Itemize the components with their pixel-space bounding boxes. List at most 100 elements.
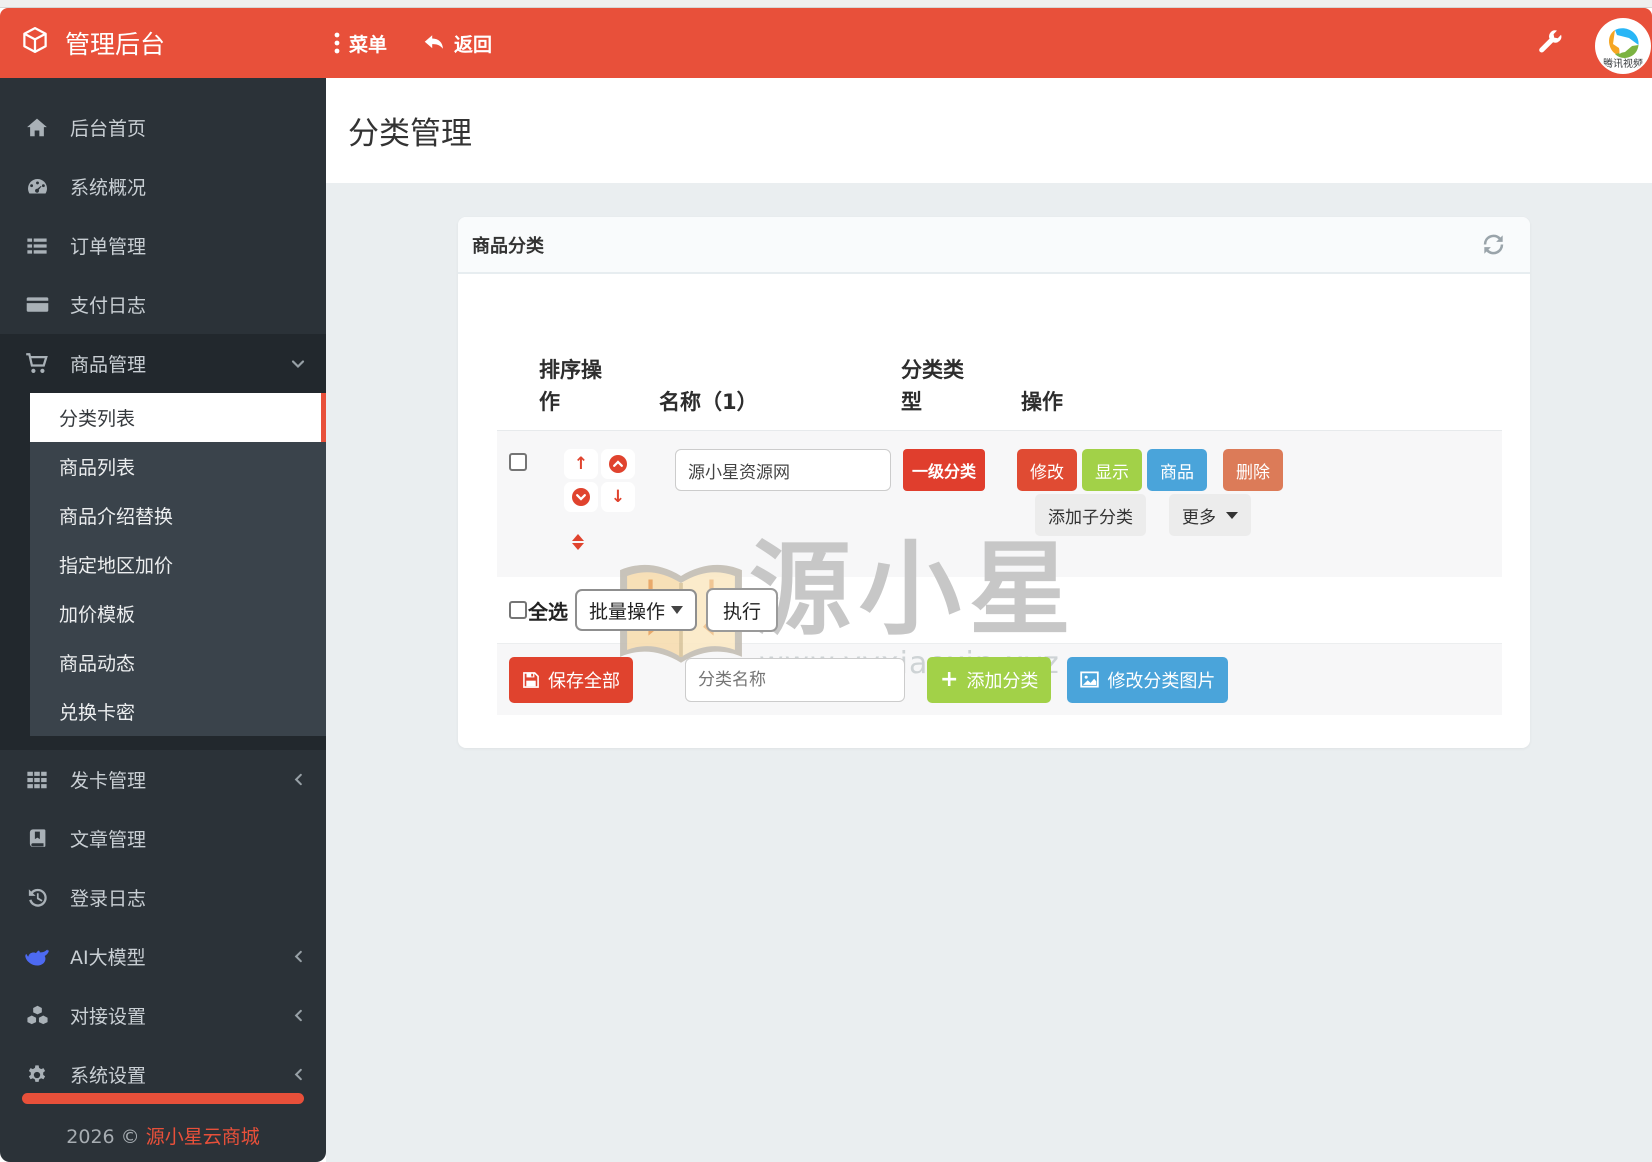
sidebar-item-login-log[interactable]: 登录日志 — [0, 868, 326, 927]
submenu-item-category-list[interactable]: 分类列表 — [30, 393, 326, 442]
ellipsis-v-icon — [334, 32, 340, 54]
dashboard-icon — [24, 175, 50, 198]
edit-button[interactable]: 修改 — [1017, 449, 1077, 491]
down-arrow-icon: ↓ — [610, 486, 626, 507]
sidebar-item-home[interactable]: 后台首页 — [0, 98, 326, 157]
card-header: 商品分类 — [458, 217, 1530, 274]
gear-icon — [24, 1064, 50, 1086]
select-all-label: 全选 — [528, 599, 568, 624]
menu-toggle[interactable]: 菜单 — [334, 30, 387, 57]
cube-logo-icon — [20, 25, 50, 61]
submenu-item-redeem-card[interactable]: 兑换卡密 — [30, 687, 326, 736]
sidebar-item-orders[interactable]: 订单管理 — [0, 216, 326, 275]
add-child-category-button[interactable]: 添加子分类 — [1035, 494, 1146, 536]
category-table: 排序操作 名称（1） 分类类型 操作 ↑ ↓ 源小星资源网 一级分类 修改 显示… — [497, 274, 1502, 748]
wrench-icon — [1539, 30, 1562, 53]
drag-sort-handle[interactable] — [572, 534, 584, 550]
submenu-item-desc-replace[interactable]: 商品介绍替换 — [30, 491, 326, 540]
move-top-button[interactable] — [601, 449, 635, 479]
sidebar-item-articles[interactable]: 文章管理 — [0, 809, 326, 868]
reply-arrow-icon — [424, 35, 444, 49]
submenu-label: 加价模板 — [59, 604, 136, 626]
move-down-button[interactable]: ↓ — [601, 482, 635, 512]
row-checkbox-cell — [497, 449, 537, 577]
edit-category-image-button[interactable]: 修改分类图片 — [1067, 656, 1229, 703]
more-button[interactable]: 更多 — [1169, 494, 1251, 536]
circle-down-icon — [572, 488, 590, 506]
sidebar-item-overview[interactable]: 系统概况 — [0, 157, 326, 216]
admin-page: 管理后台 菜单 返回 腾讯视频 后台首页 系统概况 订单管理 支付日志 商品管理… — [0, 0, 1652, 1162]
content-header: 分类管理 — [326, 78, 1652, 183]
submenu-label: 分类列表 — [59, 408, 136, 430]
chevron-left-icon — [291, 1008, 306, 1023]
edit-image-label: 修改分类图片 — [1107, 670, 1216, 692]
caret-down-icon — [1226, 511, 1238, 519]
tools-button[interactable] — [1537, 30, 1563, 56]
goods-button[interactable]: 商品 — [1147, 449, 1207, 491]
action-buttons-row1: 修改 显示 商品 删除 — [1017, 449, 1502, 491]
app-bar: 管理后台 菜单 返回 腾讯视频 — [0, 8, 1652, 78]
app-nav: 菜单 返回 — [334, 30, 492, 57]
move-bottom-button[interactable] — [564, 482, 598, 512]
copyright-year: 2026 © — [66, 1126, 140, 1148]
select-all-checkbox[interactable] — [509, 601, 527, 619]
sidebar-item-payments[interactable]: 支付日志 — [0, 275, 326, 334]
submenu-label: 商品介绍替换 — [59, 506, 174, 528]
cubes-icon — [24, 1004, 50, 1027]
row-name-cell — [655, 449, 897, 577]
execute-button[interactable]: 执行 — [706, 588, 779, 632]
back-label: 返回 — [454, 33, 493, 56]
history-icon — [24, 886, 50, 909]
submenu-item-markup-template[interactable]: 加价模板 — [30, 589, 326, 638]
submenu-label: 兑换卡密 — [59, 702, 136, 724]
add-category-button[interactable]: + 添加分类 — [927, 656, 1052, 703]
grid-icon — [24, 769, 50, 791]
sidebar-section-goods: 商品管理 分类列表 商品列表 商品介绍替换 指定地区加价 加价模板 商品动态 兑… — [0, 334, 326, 750]
row-actions-cell: 修改 显示 商品 删除 添加子分类 更多 — [1017, 449, 1502, 577]
header-type: 分类类型 — [901, 358, 964, 414]
sidebar-item-label: 系统概况 — [70, 177, 147, 199]
more-label: 更多 — [1182, 507, 1216, 528]
back-link[interactable]: 返回 — [423, 30, 492, 57]
new-category-name-input[interactable] — [685, 657, 905, 702]
user-avatar[interactable]: 腾讯视频 — [1595, 18, 1651, 74]
list-icon — [24, 235, 50, 257]
sidebar-item-goods[interactable]: 商品管理 — [0, 334, 326, 393]
submenu-item-region-markup[interactable]: 指定地区加价 — [30, 540, 326, 589]
submenu-item-goods-list[interactable]: 商品列表 — [30, 442, 326, 491]
sidebar-item-label: 发卡管理 — [70, 770, 147, 792]
show-button[interactable]: 显示 — [1082, 449, 1142, 491]
chevron-left-icon — [291, 1067, 306, 1082]
plus-icon: + — [940, 666, 959, 692]
brand[interactable]: 管理后台 — [0, 25, 326, 61]
chevron-left-icon — [291, 949, 306, 964]
add-category-label: 添加分类 — [966, 670, 1039, 692]
bulk-action-select[interactable]: 批量操作 — [575, 589, 697, 631]
up-arrow-icon: ↑ — [573, 453, 589, 474]
header-actions: 操作 — [1021, 389, 1063, 414]
sidebar-item-integration[interactable]: 对接设置 — [0, 986, 326, 1045]
submenu-item-goods-dynamic[interactable]: 商品动态 — [30, 638, 326, 687]
sidebar-item-label: 登录日志 — [70, 888, 147, 910]
row-type-cell: 一级分类 — [897, 449, 1017, 577]
move-up-button[interactable]: ↑ — [564, 449, 598, 479]
browser-top-strip — [0, 0, 1652, 8]
sidebar-item-label: 后台首页 — [70, 118, 147, 140]
sidebar-item-label: 支付日志 — [70, 295, 147, 317]
footer-brand-link[interactable]: 源小星云商城 — [146, 1126, 260, 1148]
sidebar-progress-bar — [22, 1093, 304, 1104]
header-sort: 排序操作 — [539, 358, 602, 414]
row-checkbox[interactable] — [509, 453, 527, 471]
category-form-row: 保存全部 + 添加分类 修改分类图片 — [497, 643, 1502, 715]
credit-card-icon — [24, 293, 50, 316]
category-card: 商品分类 排序操作 名称（1） 分类类型 操作 ↑ ↓ 源小星资源网 一级分类 … — [458, 217, 1530, 748]
refresh-button[interactable] — [1483, 234, 1504, 255]
category-name-input[interactable] — [675, 449, 891, 491]
type-badge: 一级分类 — [903, 449, 986, 491]
goods-submenu: 分类列表 商品列表 商品介绍替换 指定地区加价 加价模板 商品动态 兑换卡密 — [30, 393, 326, 736]
save-all-button[interactable]: 保存全部 — [509, 656, 633, 703]
batch-action-row: 全选 批量操作 执行 — [497, 577, 1502, 643]
delete-button[interactable]: 删除 — [1223, 449, 1283, 491]
sidebar-item-ai-models[interactable]: AI大模型 — [0, 927, 326, 986]
sidebar-item-card-mgmt[interactable]: 发卡管理 — [0, 750, 326, 809]
